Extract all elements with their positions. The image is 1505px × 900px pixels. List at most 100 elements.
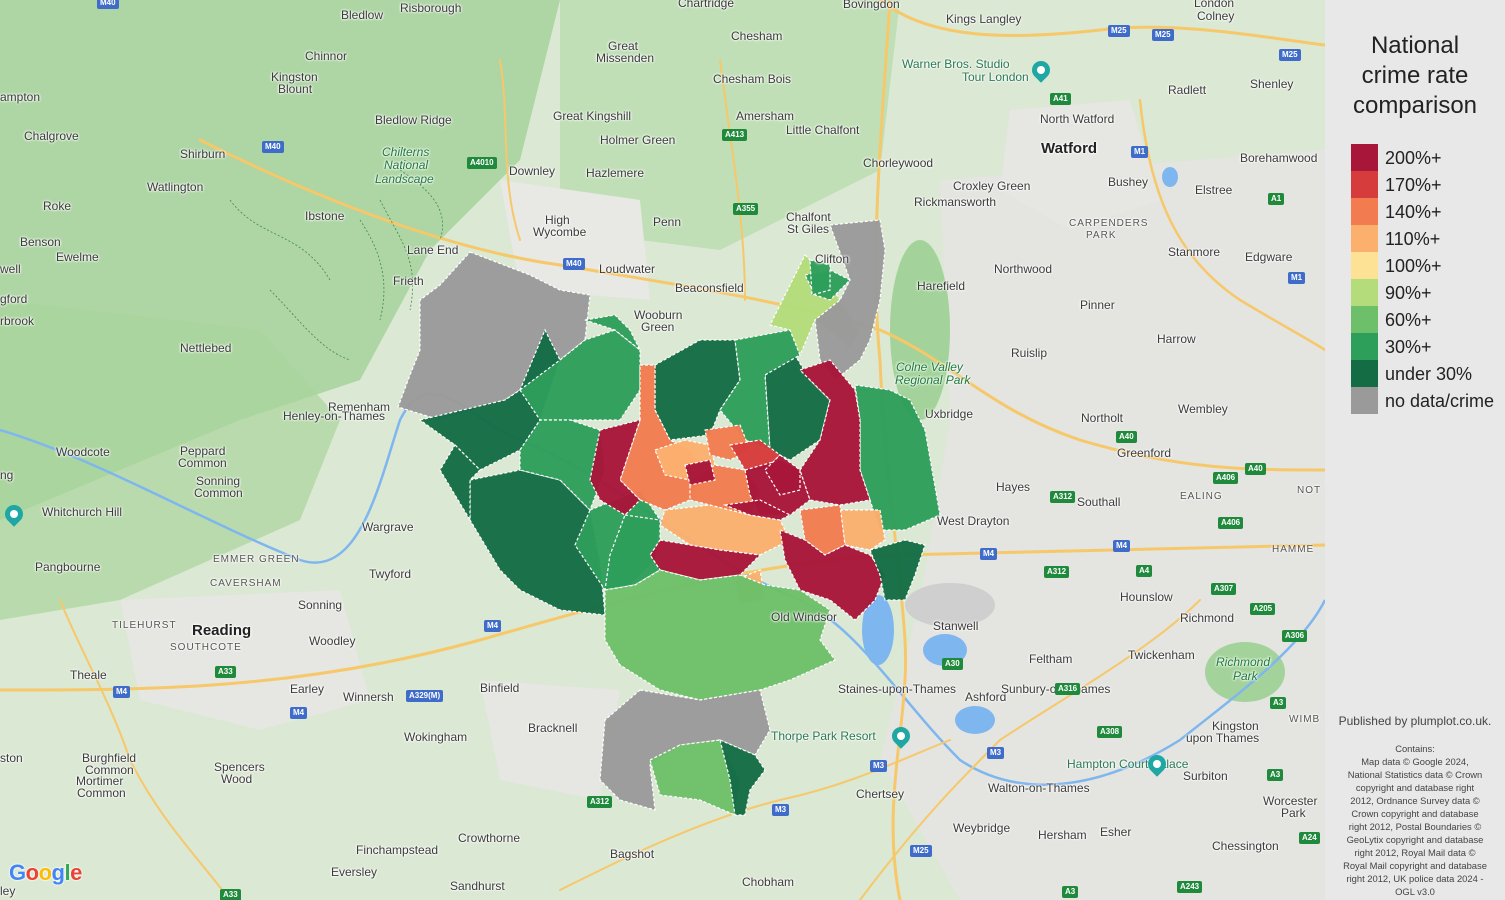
place-label: Bovingdon <box>843 0 900 11</box>
map[interactable]: Bledlow Risborough Chartridge Bovingdon King… <box>0 0 1325 900</box>
road-shield: M40 <box>262 141 284 153</box>
place-label: Edgware <box>1245 250 1293 264</box>
road-shield: A329(M) <box>406 690 444 702</box>
road-shield: M4 <box>484 620 502 632</box>
place-label: Tour London <box>962 70 1029 84</box>
place-label: Twickenham <box>1128 648 1195 662</box>
legend-label: 60%+ <box>1385 310 1432 330</box>
place-label: Lane End <box>407 243 459 257</box>
place-label: Twyford <box>369 567 412 581</box>
road-shield: A413 <box>722 129 748 141</box>
credit-line: Contains: <box>1395 743 1435 754</box>
road-shield: M3 <box>772 804 790 816</box>
place-label: Whitchurch Hill <box>42 505 123 519</box>
road-shield: A312 <box>1050 491 1076 503</box>
legend-swatch <box>1351 252 1378 279</box>
road-shield: A406 <box>1218 517 1244 529</box>
google-logo[interactable]: Google <box>9 860 82 886</box>
legend-label: 100%+ <box>1385 256 1442 276</box>
place-label: Woodley <box>309 634 356 648</box>
road-shield: M40 <box>97 0 119 9</box>
legend-swatch <box>1351 171 1378 198</box>
area-110-langley-south <box>839 509 886 551</box>
legend-label: 200%+ <box>1385 148 1442 168</box>
place-label: Weybridge <box>953 821 1011 835</box>
legend-title: National crime rate comparison <box>1325 31 1505 121</box>
road-shield: M3 <box>987 747 1005 759</box>
place-label: Kings Langley <box>946 12 1022 26</box>
road-shield: A33 <box>220 889 241 900</box>
place-label: Hersham <box>1038 828 1087 842</box>
credit-line: copyright and database right <box>1355 782 1475 793</box>
place-label: HAMME <box>1272 544 1315 555</box>
place-label: Greenford <box>1117 446 1172 460</box>
google-logo-letter: G <box>9 860 26 885</box>
legend-swatch <box>1351 144 1378 171</box>
place-label: Landscape <box>375 172 434 186</box>
place-label: Benson <box>20 235 61 249</box>
place-label: Park <box>1233 669 1258 683</box>
place-label: Risborough <box>400 1 462 15</box>
place-label: ley <box>0 884 16 898</box>
legend-title-line-2: crime rate <box>1361 62 1469 89</box>
place-label: Stanwell <box>933 619 979 633</box>
place-label: Bledlow Ridge <box>375 113 452 127</box>
place-label: Chesham <box>731 29 783 43</box>
place-label: Pinner <box>1080 298 1115 312</box>
place-label: Borehamwood <box>1240 151 1318 165</box>
road-shield: A40 <box>1116 431 1137 443</box>
road-shield: M4 <box>113 686 131 698</box>
legend-label: no data/crime <box>1385 391 1495 411</box>
place-label: Staines-upon-Thames <box>838 682 957 696</box>
road-shield: A4010 <box>467 157 497 169</box>
place-label: Clifton <box>815 252 850 266</box>
place-label: Blount <box>278 82 313 96</box>
place-label: gford <box>0 292 28 306</box>
place-label: WIMB <box>1289 714 1321 725</box>
road-shield: A24 <box>1299 832 1320 844</box>
place-label: Woodcote <box>56 445 110 459</box>
road-shield: A41 <box>1050 93 1071 105</box>
place-label: Richmond <box>1216 655 1271 669</box>
credit-line: right 2012, UK police data 2024 - <box>1346 873 1484 884</box>
place-label: Ruislip <box>1011 346 1048 360</box>
legend-label: 140%+ <box>1385 202 1442 222</box>
place-label: Loudwater <box>599 262 656 276</box>
place-label: Finchampstead <box>356 843 439 857</box>
road-shield: A406 <box>1213 472 1239 484</box>
place-label: Beaconsfield <box>675 281 744 295</box>
published-by: Published by plumplot.co.uk. <box>1338 714 1492 728</box>
legend-label: 90%+ <box>1385 283 1432 303</box>
place-label: TILEHURST <box>112 620 177 631</box>
road-shield: M25 <box>1152 29 1174 41</box>
legend-swatch <box>1351 198 1378 225</box>
road-shield: A355 <box>733 203 759 215</box>
road-shield: A4 <box>1136 565 1153 577</box>
legend-label: 110%+ <box>1385 229 1441 249</box>
place-label: Colney <box>1197 9 1235 23</box>
place-label: Harefield <box>917 279 966 293</box>
place-label: Feltham <box>1029 652 1073 666</box>
place-label: Little Chalfont <box>786 123 860 137</box>
place-label: Surbiton <box>1183 769 1228 783</box>
place-label: Binfield <box>480 681 520 695</box>
road-shield: M4 <box>1113 540 1131 552</box>
place-label: Hampton Court Palace <box>1067 757 1189 771</box>
place-label: Reading <box>192 622 252 639</box>
road-shield: A308 <box>1097 726 1123 738</box>
place-label: Eversley <box>331 865 378 879</box>
place-label: Hazlemere <box>586 166 645 180</box>
place-label: Wembley <box>1178 402 1228 416</box>
road-shield: M25 <box>910 845 932 857</box>
place-label: NOT <box>1297 485 1322 496</box>
credit-line: National Statistics data © Crown <box>1347 769 1483 780</box>
credit-line: right 2012, Postal Boundaries © <box>1348 821 1482 832</box>
google-logo-letter: o <box>25 860 39 885</box>
road-shield: A316 <box>1055 683 1081 695</box>
place-label: rbrook <box>0 314 35 328</box>
legend-label: 170%+ <box>1385 175 1442 195</box>
road-shield: A306 <box>1282 630 1308 642</box>
road-shield: M3 <box>870 760 888 772</box>
place-label: Winnersh <box>343 690 394 704</box>
credit-line: Map data © Google 2024, <box>1361 756 1469 767</box>
